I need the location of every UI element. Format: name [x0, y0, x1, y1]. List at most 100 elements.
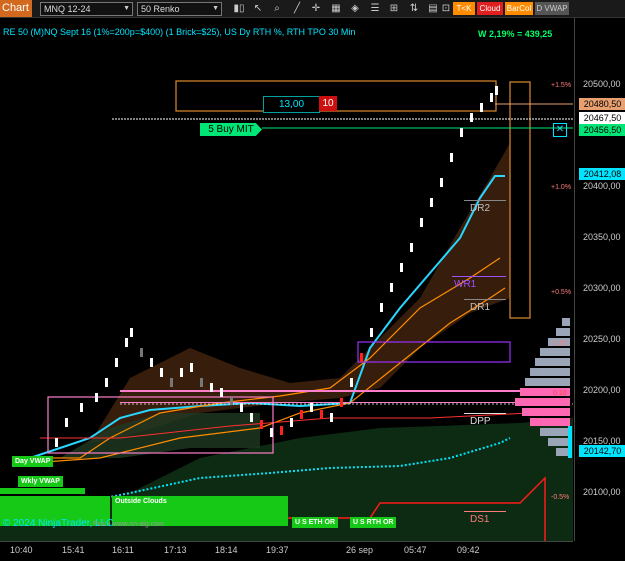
poc-marker	[568, 426, 572, 458]
price-marker-cyan: 20412,08	[579, 168, 625, 180]
instrument-selector[interactable]: MNQ 12-24 ▼	[40, 2, 133, 16]
price-marker-orange: 20480,50	[579, 98, 625, 110]
time-axis[interactable]: 10:40 15:41 16:11 17:13 18:14 19:37 26 s…	[0, 541, 573, 561]
x-tick: 19:37	[266, 545, 289, 555]
renko-brick	[380, 303, 383, 312]
y-tick: 20350,00	[583, 232, 621, 242]
chart-toolbar: Chart MNQ 12-24 ▼ 50 Renko ▼ ▮▯ ↖ ⌕ ╱ ✛ …	[0, 0, 625, 18]
pct-label: -0.5%	[551, 494, 570, 501]
chart-style-icon[interactable]: ▤	[427, 3, 439, 14]
x-tick: 26 sep	[346, 545, 374, 555]
renko-brick	[440, 178, 443, 187]
renko-brick	[125, 338, 128, 347]
renko-brick	[220, 388, 223, 397]
x-tick: 16:11	[112, 545, 134, 555]
strategy-icon[interactable]: ◈	[349, 3, 361, 14]
upper-cloud	[90, 143, 510, 443]
level-dpp: DPP	[470, 416, 491, 427]
chevron-down-icon: ▼	[123, 5, 130, 12]
renko-brick	[250, 413, 253, 422]
renko-brick	[330, 413, 333, 422]
renko-brick	[130, 328, 133, 337]
link-icon[interactable]: ⊡	[440, 3, 452, 14]
renko-brick	[310, 403, 313, 412]
renko-brick	[450, 153, 453, 162]
price-marker-vwap: 20142,70	[579, 445, 625, 457]
indicator-icon[interactable]: ▦	[330, 3, 342, 14]
level-dr1: DR1	[470, 302, 491, 313]
renko-brick	[290, 418, 293, 427]
weekly-range-label: W 2,19% = 439,25	[478, 29, 553, 39]
renko-brick	[340, 398, 343, 407]
pct-label: +1.5%	[551, 82, 572, 89]
renko-brick	[460, 128, 463, 137]
level-wr1: WR1	[454, 279, 477, 290]
price-axis[interactable]: 20500,00 20400,00 20350,00 20300,00 2025…	[574, 18, 625, 541]
price-marker-mit: 20456,50	[579, 124, 625, 136]
price-marker-last: 20467,50	[579, 112, 625, 124]
order-count-badge[interactable]: 10	[319, 96, 337, 111]
order-qty-box[interactable]: 13,00	[263, 96, 320, 113]
close-icon[interactable]: ✕	[553, 123, 567, 137]
label-us-eth-or: U S ETH OR	[292, 517, 339, 528]
renko-brick	[495, 86, 498, 95]
chart-plot-area[interactable]: RE 50 (M)NQ Sept 16 (1%=200p=$400) (1 Br…	[0, 18, 573, 541]
renko-brick	[350, 378, 353, 387]
renko-brick	[80, 403, 83, 412]
renko-brick	[370, 328, 373, 337]
bar-type-selector[interactable]: 50 Renko ▼	[137, 2, 222, 16]
bar-type-value: 50 Renko	[141, 4, 180, 14]
properties-icon[interactable]: ☰	[369, 3, 381, 14]
label-us-rth-or: U S RTH OR	[350, 517, 397, 528]
pink-level-line	[120, 390, 525, 392]
x-tick: 10:40	[10, 545, 33, 555]
y-tick: 20500,00	[583, 79, 621, 89]
renko-brick	[240, 403, 243, 412]
renko-brick	[230, 396, 233, 405]
renko-brick	[55, 438, 58, 447]
renko-brick	[280, 426, 283, 435]
indicator-title: RE 50 (M)NQ Sept 16 (1%=200p=$400) (1 Br…	[3, 27, 356, 37]
renko-brick	[65, 418, 68, 427]
y-tick: 20200,00	[583, 385, 621, 395]
renko-brick	[320, 410, 323, 419]
barcol-button[interactable]: BarCol	[505, 2, 533, 15]
buy-mit-order[interactable]: 5 Buy MIT	[200, 123, 262, 136]
dvwap-button[interactable]: D VWAP	[535, 2, 569, 15]
y-tick: 20250,00	[583, 334, 621, 344]
renko-brick	[95, 393, 98, 402]
renko-brick	[390, 283, 393, 292]
renko-brick	[410, 243, 413, 252]
trade-icon[interactable]: ⇅	[408, 3, 420, 14]
renko-brick	[160, 368, 163, 377]
tk-button[interactable]: T<K	[453, 2, 475, 15]
watermark-text: Fins • www.nn-alg.com	[93, 521, 164, 528]
tab-chart[interactable]: Chart	[0, 0, 32, 17]
renko-brick	[260, 420, 263, 429]
cloud-button[interactable]: Cloud	[477, 2, 503, 15]
x-tick: 15:41	[62, 545, 85, 555]
draw-line-icon[interactable]: ╱	[291, 3, 303, 14]
pct-label: 0.10	[553, 390, 567, 397]
crosshair-icon[interactable]: ✛	[310, 3, 322, 14]
level-ds1: DS1	[470, 514, 490, 525]
pct-label: 0.25	[553, 340, 567, 347]
renko-brick	[490, 93, 493, 102]
renko-brick	[170, 378, 173, 387]
renko-brick	[400, 263, 403, 272]
y-tick: 20100,00	[583, 487, 621, 497]
renko-brick	[105, 378, 108, 387]
instrument-value: MNQ 12-24	[44, 4, 91, 14]
bars-icon[interactable]: ▮▯	[233, 3, 245, 14]
x-tick: 05:47	[404, 545, 427, 555]
renko-brick	[420, 218, 423, 227]
pct-label: +0.5%	[551, 289, 572, 296]
zoom-icon[interactable]: ⌕	[271, 3, 283, 14]
pink-level-line-2	[120, 402, 525, 403]
renko-brick	[140, 348, 143, 357]
label-weekly-vwap: Wkly VWAP	[18, 476, 63, 487]
template-icon[interactable]: ⊞	[388, 3, 400, 14]
pointer-icon[interactable]: ↖	[252, 3, 264, 14]
renko-brick	[270, 428, 273, 437]
y-tick: 20400,00	[583, 181, 621, 191]
